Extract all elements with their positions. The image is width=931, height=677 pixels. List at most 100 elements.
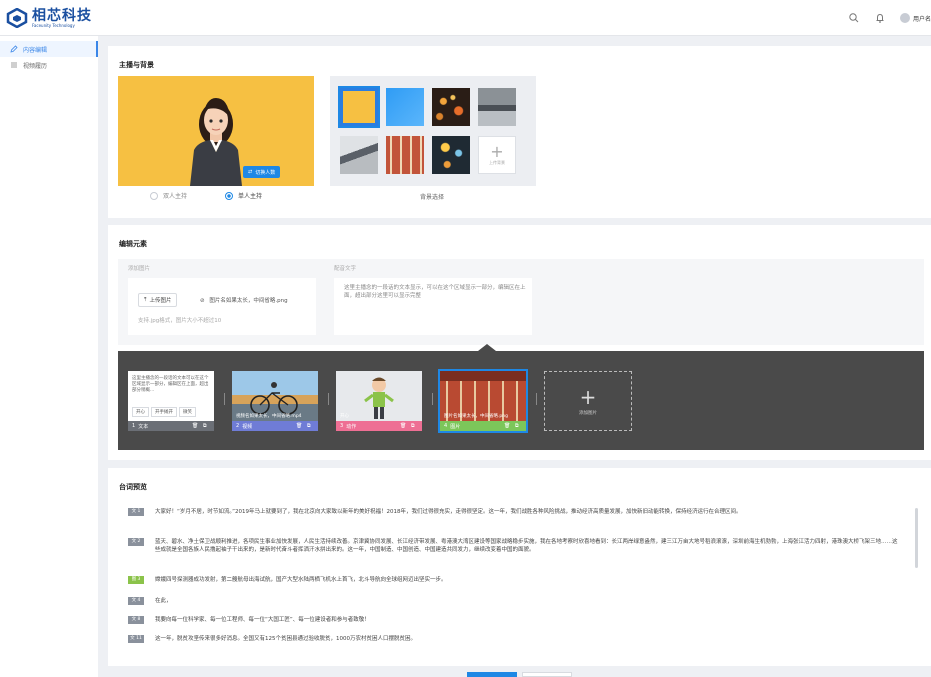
line-badge: 图 3 (128, 576, 144, 584)
bg-thumb-yellow[interactable] (338, 86, 380, 128)
host-avatar-illustration (190, 98, 242, 186)
line-text: 嫦娥四号探测器成功发射，第二艘航母出海试航，国产大型水陆两栖飞机水上首飞，北斗导… (155, 577, 447, 583)
bg-thumb-building[interactable] (386, 136, 424, 174)
uploaded-file[interactable]: ⊘ 图片名如果太长，中间省略.png (200, 296, 288, 304)
background-caption: 背景选择 (420, 194, 445, 201)
host-background-card: 主播与背景 ⇄ 切换人数 双人主持 单人主持 + 上传背景 背景选择 (108, 46, 931, 218)
clip-image[interactable]: 图片名如果太长，中间省略.png 4 图片 🗑 ⧉ (438, 369, 528, 433)
logo[interactable]: 相芯科技 Faceunity Technology (6, 8, 92, 28)
timeline-strip: 这里主播念的一段话的文本可以在这个区域显示一部分，编辑区在上面，超出部分稍概..… (118, 344, 924, 450)
action-tag[interactable]: 微笑 (179, 407, 196, 417)
switch-host-label: 切换人数 (255, 169, 276, 176)
sidebar: 内容编辑 视频履历 (0, 36, 98, 677)
trash-icon[interactable]: 🗑 (400, 423, 407, 430)
script-preview-card: 台词预览 文 1 大家好！“岁月不居，时节如流。”2019年马上就要到了，我在北… (108, 468, 931, 666)
upload-hint: 支持.jpg格式，图片大小不超过10 (138, 318, 222, 324)
line-text: 大家好！“岁月不居，时节如流。”2019年马上就要到了，我在北京向大家致以新年的… (155, 509, 742, 515)
caption-textarea[interactable]: 这里主播念的一段话的文本显示，可以在这个区域显示一部分，编辑区在上面，超出部分这… (334, 278, 532, 335)
logo-title: 相芯科技 (32, 7, 92, 24)
list-icon (11, 62, 17, 68)
bell-icon[interactable] (874, 12, 886, 24)
line-text: 我要向每一位科学家、每一位工程师、每一位“大国工匠”、每一位建设者和参与者致敬！ (155, 617, 370, 623)
avatar[interactable] (899, 13, 910, 23)
add-clip-button[interactable]: + 添加图片 (544, 371, 632, 431)
swap-icon: ⇄ (248, 169, 253, 175)
sidebar-item-video-history[interactable]: 视频履历 (0, 57, 98, 73)
bg-thumb-bokeh[interactable] (432, 88, 470, 126)
trash-icon[interactable]: 🗑 (192, 423, 199, 430)
primary-action-button[interactable] (467, 672, 517, 677)
plus-icon: + (490, 142, 504, 161)
clip-type: 动作 (346, 423, 357, 430)
clip-number: 4 (444, 423, 448, 429)
script-line[interactable]: 文 11 这一年，脱贫攻坚传来很多好消息。全国又有125个贫困县通过验收脱贫，1… (128, 635, 898, 643)
bg-thumb-lights[interactable] (432, 136, 470, 174)
upload-background-label: 上传背景 (489, 160, 505, 165)
clip-text[interactable]: 这里主播念的一段话的文本可以在这个区域显示一部分，编辑区在上面，超出部分稍概..… (128, 371, 214, 431)
sidebar-item-label: 视频履历 (23, 62, 48, 70)
radio-single-host[interactable]: 单人主持 (225, 191, 262, 200)
section-title: 台词预览 (119, 483, 147, 491)
plus-icon: + (579, 384, 597, 409)
username[interactable]: 用户名 (913, 14, 931, 23)
sidebar-item-content-edit[interactable]: 内容编辑 (0, 41, 98, 57)
divider (536, 393, 537, 405)
clip-number: 1 (132, 423, 136, 429)
line-badge: 文 4 (128, 597, 144, 605)
script-line[interactable]: 文 8 我要向每一位科学家、每一位工程师、每一位“大国工匠”、每一位建设者和参与… (128, 616, 898, 624)
copy-icon[interactable]: ⧉ (307, 423, 314, 430)
search-icon[interactable] (848, 12, 860, 24)
section-title: 编辑元素 (119, 240, 147, 248)
copy-icon[interactable]: ⧉ (411, 423, 418, 430)
trash-icon[interactable]: 🗑 (296, 423, 303, 430)
trash-icon[interactable]: 🗑 (504, 423, 511, 430)
script-line[interactable]: 文 4 在此， (128, 597, 898, 605)
clip-toolbar: 2 视频 🗑 ⧉ (232, 421, 318, 431)
upload-image-button[interactable]: ⤒ 上传图片 (138, 293, 178, 307)
add-image-label: 添加图片 (128, 266, 151, 272)
clip-toolbar: 4 图片 🗑 ⧉ (440, 421, 526, 431)
script-line[interactable]: 文 2 蓝天、碧水、净土保卫战顺利推进，各项民生事业加快发展，人民生活持续改善。… (128, 538, 898, 554)
clip-number: 3 (340, 423, 344, 429)
clip-toolbar: 1 文本 🗑 ⧉ (128, 421, 214, 431)
script-line[interactable]: 图 3 嫦娥四号探测器成功发射，第二艘航母出海试航，国产大型水陆两栖飞机水上首飞… (128, 576, 898, 584)
divider (224, 393, 225, 405)
caption-text: 这里主播念的一段话的文本显示，可以在这个区域显示一部分，编辑区在上面，超出部分这… (344, 285, 526, 299)
divider (432, 393, 433, 405)
line-text: 在此， (155, 598, 172, 604)
copy-icon[interactable]: ⧉ (515, 423, 522, 430)
clip-action[interactable]: 开心 3 动作 🗑 ⧉ (336, 371, 422, 431)
edit-elements-card: 编辑元素 添加图片 ⤒ 上传图片 ⊘ 图片名如果太长，中间省略.png 支持.j… (108, 225, 931, 460)
bg-thumb-room[interactable] (478, 88, 516, 126)
clip-type: 视频 (242, 423, 253, 430)
copy-icon[interactable]: ⧉ (203, 423, 210, 430)
switch-host-button[interactable]: ⇄ 切换人数 (243, 166, 281, 178)
radio-label: 双人主持 (163, 193, 188, 200)
line-badge: 文 2 (128, 538, 144, 546)
scrollbar[interactable] (915, 508, 918, 568)
line-text: 蓝天、碧水、净土保卫战顺利推进，各项民生事业加快发展，人民生活持续改善。京津冀协… (155, 539, 898, 553)
action-tag[interactable]: 开心 (132, 407, 149, 417)
upload-background-button[interactable]: + 上传背景 (478, 136, 516, 174)
upload-image-label: 上传图片 (149, 298, 172, 304)
element-editor: 添加图片 ⤒ 上传图片 ⊘ 图片名如果太长，中间省略.png 支持.jpg格式，… (118, 259, 924, 345)
attachment-icon: ⊘ (200, 298, 205, 304)
clip-type: 文本 (138, 423, 149, 430)
line-badge: 文 1 (128, 508, 144, 516)
sidebar-item-label: 内容编辑 (23, 46, 48, 54)
radio-indicator (225, 191, 233, 200)
clip-toolbar: 3 动作 🗑 ⧉ (336, 421, 422, 431)
script-line[interactable]: 文 1 大家好！“岁月不居，时节如流。”2019年马上就要到了，我在北京向大家致… (128, 508, 898, 516)
secondary-action-button[interactable] (522, 672, 572, 677)
section-title: 主播与背景 (119, 61, 154, 69)
radio-dual-host[interactable]: 双人主持 (150, 191, 187, 200)
clip-video[interactable]: 视频名如果太长，中间省略.mp4 2 视频 🗑 ⧉ (232, 371, 318, 431)
divider (328, 393, 329, 405)
top-bar: 相芯科技 Faceunity Technology 用户名 (0, 0, 931, 36)
bg-thumb-desk[interactable] (340, 136, 378, 174)
caption-label: 配音文字 (334, 266, 357, 272)
clip-file-name: 图片名如果太长，中间省略.png (444, 414, 508, 419)
radio-label: 单人主持 (238, 193, 263, 200)
bg-thumb-blue[interactable] (386, 88, 424, 126)
action-tag[interactable]: 开手摊开 (151, 407, 177, 417)
